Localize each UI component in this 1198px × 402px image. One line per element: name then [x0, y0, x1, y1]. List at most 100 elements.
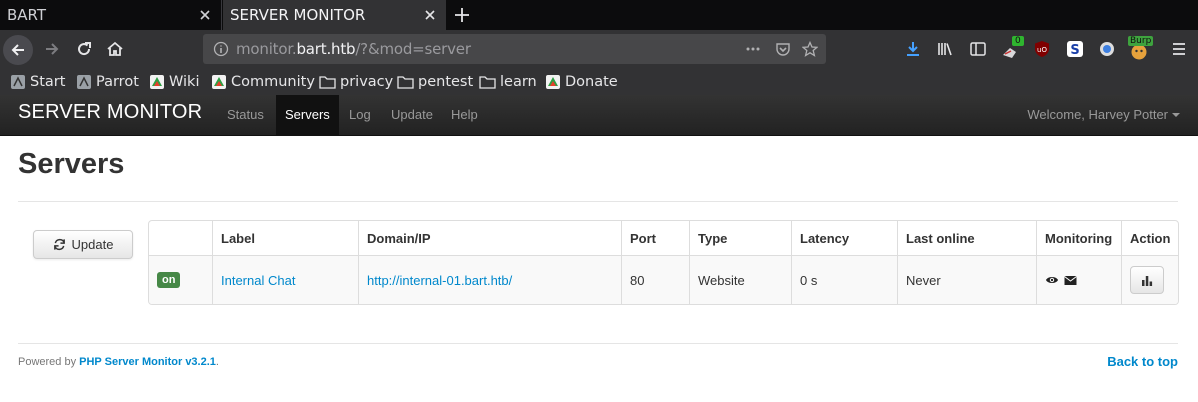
- sidebar-icon[interactable]: [969, 40, 987, 58]
- library-icon[interactable]: [936, 40, 954, 58]
- bookmark-label: Community: [231, 74, 315, 90]
- header-divider: [18, 201, 1178, 202]
- refresh-icon: [53, 238, 65, 251]
- bar-chart-icon: [1142, 276, 1153, 286]
- bookmark-label: Start: [30, 74, 66, 90]
- url-prefix: monitor.: [236, 40, 297, 58]
- column-header-monitoring: Monitoring: [1036, 221, 1121, 255]
- burp-extension[interactable]: Burp: [1128, 36, 1156, 62]
- label-cell: Internal Chat: [212, 256, 358, 304]
- close-tab-icon[interactable]: [422, 7, 438, 23]
- table-header-row: Label Domain/IP Port Type Latency Last o…: [149, 221, 1178, 256]
- close-tab-icon[interactable]: [197, 7, 213, 23]
- bookmark-folder-learn[interactable]: learn: [479, 72, 537, 92]
- bookmark-star-icon[interactable]: [802, 41, 818, 57]
- footer-credit: Powered by PHP Server Monitor v3.2.1.: [18, 356, 219, 368]
- bookmark-label: Wiki: [169, 74, 200, 90]
- port-cell: 80: [621, 256, 689, 304]
- ublock-origin-icon[interactable]: uO: [1033, 40, 1051, 58]
- hamburger-menu-icon[interactable]: [1170, 40, 1188, 58]
- tab-title: BART: [7, 6, 47, 24]
- servers-table: Label Domain/IP Port Type Latency Last o…: [148, 220, 1179, 305]
- reload-icon: [78, 42, 91, 56]
- brand-title[interactable]: SERVER MONITOR: [18, 101, 202, 124]
- nav-status[interactable]: Status: [218, 95, 273, 135]
- bookmark-label: pentest: [418, 74, 474, 90]
- tab-bart[interactable]: BART: [0, 0, 222, 30]
- nav-update[interactable]: Update: [382, 95, 442, 135]
- folder-icon: [479, 76, 496, 89]
- column-header-latency: Latency: [791, 221, 897, 255]
- back-button[interactable]: [3, 35, 33, 65]
- reload-button[interactable]: [69, 30, 99, 68]
- column-header-domain: Domain/IP: [358, 221, 621, 255]
- caret-down-icon[interactable]: [1172, 113, 1180, 117]
- bookmark-wiki[interactable]: Wiki: [149, 72, 199, 92]
- forward-button[interactable]: [37, 30, 67, 68]
- folder-icon: [319, 76, 336, 89]
- home-button[interactable]: [100, 30, 130, 68]
- monitoring-cell: [1036, 256, 1121, 304]
- bookmark-parrot[interactable]: Parrot: [76, 72, 139, 92]
- svg-text:S: S: [1070, 43, 1079, 58]
- page-actions-more-icon[interactable]: [745, 41, 761, 57]
- nav-servers[interactable]: Servers: [276, 95, 339, 135]
- bookmark-label: learn: [500, 74, 537, 90]
- bookmark-community[interactable]: Community: [211, 72, 315, 92]
- extension-badge: 0: [1012, 36, 1024, 46]
- proxy-extension-icon[interactable]: [1098, 40, 1116, 58]
- view-stats-button[interactable]: [1130, 266, 1164, 294]
- domain-cell: http://internal-01.bart.htb/: [358, 256, 621, 304]
- bookmark-donate[interactable]: Donate: [545, 72, 618, 92]
- bookmark-label: privacy: [340, 74, 394, 90]
- address-bar[interactable]: monitor.bart.htb/?&mod=server: [203, 34, 826, 64]
- footer-powered-by: Powered by: [18, 356, 77, 368]
- home-icon: [107, 41, 123, 56]
- footer-product-link[interactable]: PHP Server Monitor v3.2.1: [79, 356, 216, 368]
- footer-divider: [18, 343, 1178, 344]
- server-domain-link[interactable]: http://internal-01.bart.htb/: [367, 273, 512, 288]
- downloads-icon[interactable]: [904, 40, 922, 58]
- parrot-colored-icon: [546, 75, 560, 89]
- pocket-icon[interactable]: [775, 41, 791, 57]
- bookmark-label: Parrot: [96, 74, 139, 90]
- extension-with-badge[interactable]: 0: [1001, 36, 1024, 60]
- tab-title: SERVER MONITOR: [230, 6, 366, 24]
- bookmark-folder-privacy[interactable]: privacy: [319, 72, 393, 92]
- tab-server-monitor[interactable]: SERVER MONITOR: [223, 0, 446, 30]
- url-domain: bart.htb: [296, 40, 356, 58]
- column-header-status: [149, 221, 212, 255]
- parrot-colored-icon: [212, 75, 226, 89]
- nav-help[interactable]: Help: [442, 95, 487, 135]
- status-cell: on: [149, 256, 212, 304]
- nav-log[interactable]: Log: [340, 95, 380, 135]
- s-extension-icon[interactable]: S: [1066, 40, 1084, 58]
- update-button[interactable]: Update: [33, 230, 133, 259]
- bookmark-start[interactable]: Start: [10, 72, 65, 92]
- back-to-top-link[interactable]: Back to top: [1107, 354, 1178, 369]
- bookmark-folder-pentest[interactable]: pentest: [397, 72, 473, 92]
- parrot-bookmark-icon: [77, 75, 91, 89]
- url-text[interactable]: monitor.bart.htb/?&mod=server: [236, 40, 471, 58]
- table-row: on Internal Chat http://internal-01.bart…: [149, 256, 1178, 304]
- user-menu[interactable]: Welcome, Harvey Potter: [1027, 95, 1168, 135]
- update-button-label: Update: [71, 237, 114, 252]
- site-info-icon[interactable]: [213, 41, 229, 57]
- forward-arrow-icon: [46, 43, 59, 55]
- status-badge: on: [157, 272, 181, 288]
- page-title: Servers: [18, 148, 125, 180]
- column-header-label: Label: [212, 221, 358, 255]
- envelope-icon[interactable]: [1064, 275, 1077, 286]
- app-navbar: SERVER MONITOR Status Servers Log Update…: [0, 95, 1198, 136]
- footer-period: .: [215, 356, 219, 368]
- svg-text:uO: uO: [1037, 46, 1047, 54]
- bookmark-label: Donate: [565, 74, 618, 90]
- browser-navigation-bar: monitor.bart.htb/?&mod=server 0 uO S Bur…: [0, 30, 1198, 68]
- new-tab-plus-icon[interactable]: [452, 5, 472, 25]
- latency-cell: 0 s: [791, 256, 897, 304]
- server-label-link[interactable]: Internal Chat: [221, 273, 295, 288]
- type-cell: Website: [689, 256, 791, 304]
- eye-icon[interactable]: [1045, 274, 1059, 286]
- burp-badge: Burp: [1128, 36, 1154, 46]
- parrot-colored-icon: [150, 75, 164, 89]
